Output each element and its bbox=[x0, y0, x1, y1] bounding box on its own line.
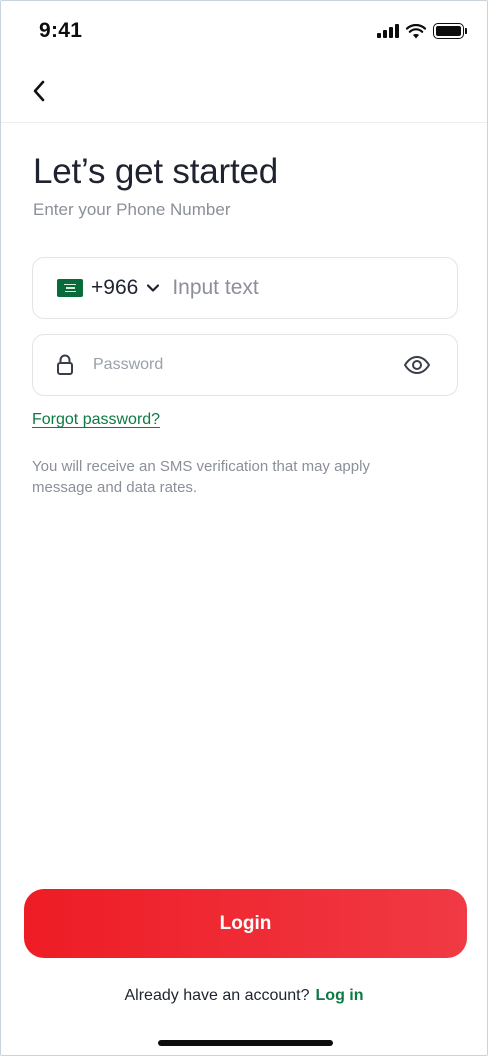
home-indicator bbox=[158, 1040, 333, 1046]
cellular-signal-icon bbox=[377, 24, 399, 38]
eye-icon bbox=[404, 356, 430, 374]
page-subtitle: Enter your Phone Number bbox=[33, 200, 231, 219]
login-button[interactable]: Login bbox=[24, 889, 467, 958]
country-code-selector[interactable]: +966 bbox=[57, 276, 172, 300]
saudi-arabia-flag-icon bbox=[57, 279, 83, 297]
nav-bar bbox=[1, 63, 487, 123]
chevron-down-icon bbox=[146, 283, 160, 293]
footer-prompt: Already have an account? bbox=[124, 987, 310, 1004]
footer: Already have an account? Log in bbox=[1, 987, 487, 1005]
battery-icon bbox=[433, 23, 467, 39]
wifi-icon bbox=[406, 23, 426, 38]
phone-field: +966 bbox=[32, 257, 458, 319]
password-field bbox=[32, 334, 458, 396]
chevron-left-icon bbox=[33, 80, 45, 102]
phone-input[interactable] bbox=[172, 276, 423, 300]
login-link[interactable]: Log in bbox=[316, 987, 364, 1004]
lock-icon bbox=[55, 353, 75, 377]
forgot-password-link[interactable]: Forgot password? bbox=[32, 411, 160, 429]
status-bar: 9:41 bbox=[1, 1, 487, 63]
page-title: Let’s get started bbox=[33, 152, 279, 191]
status-time: 9:41 bbox=[39, 19, 83, 42]
app-screen: 9:41 Let’s get started Enter your Phone … bbox=[0, 0, 488, 1056]
status-icons bbox=[377, 23, 467, 39]
back-button[interactable] bbox=[25, 77, 53, 105]
password-input[interactable] bbox=[93, 356, 383, 374]
sms-notice: You will receive an SMS verification tha… bbox=[32, 458, 370, 496]
show-password-button[interactable] bbox=[403, 353, 431, 377]
country-code-text: +966 bbox=[91, 276, 139, 299]
